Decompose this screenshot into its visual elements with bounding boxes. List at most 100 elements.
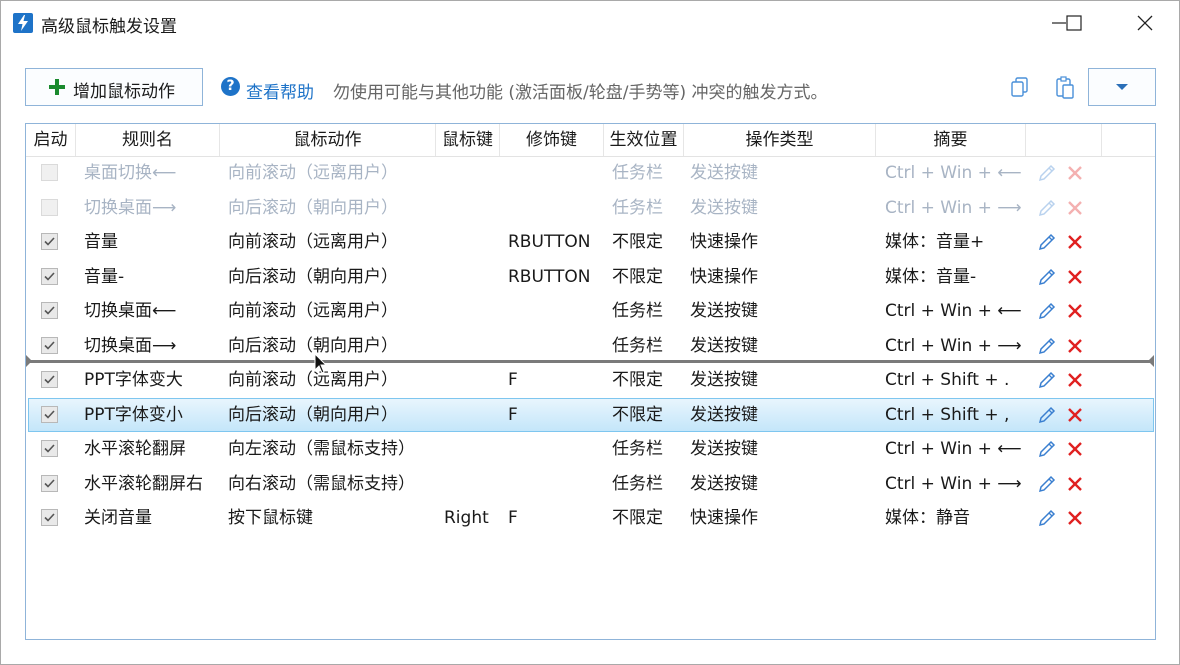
plus-icon (49, 79, 65, 95)
summary-cell: 媒体：音量- (885, 266, 977, 287)
add-mouse-action-button[interactable]: 增加鼠标动作 (25, 68, 203, 106)
splitter-right-arrow (1148, 355, 1154, 367)
delete-x-icon[interactable] (1066, 406, 1084, 424)
rule-name-cell: 切换桌面⟵ (84, 301, 177, 321)
action-type-cell: 发送按键 (690, 404, 758, 425)
rule-name-cell: PPT字体变大 (84, 370, 183, 390)
enable-checkbox[interactable] (41, 164, 58, 181)
mouse-action-cell: 向后滚动（朝向用户） (228, 335, 398, 356)
pencil-edit-icon[interactable] (1036, 162, 1058, 184)
enable-checkbox[interactable] (41, 474, 58, 492)
maximize-button[interactable] (1065, 1, 1111, 45)
pencil-edit-icon[interactable] (1036, 369, 1058, 391)
table-row[interactable]: 音量- 向后滚动（朝向用户） RBUTTON 不限定 快速操作 媒体：音量- (26, 260, 1155, 294)
mouse-action-cell: 向前滚动（远离用户） (228, 163, 398, 183)
action-type-cell: 快速操作 (690, 508, 758, 528)
question-icon[interactable]: ? (221, 77, 240, 96)
mouse-action-cell: 向后滚动（朝向用户） (228, 266, 398, 287)
delete-x-icon[interactable] (1066, 440, 1084, 458)
table-row[interactable]: 水平滚轮翻屏右 向右滚动（需鼠标支持） 任务栏 发送按键 Ctrl + Win + ⟶ (26, 467, 1155, 501)
help-link[interactable]: 查看帮助 (246, 78, 314, 103)
mouse-action-cell: 向左滚动（需鼠标支持） (228, 439, 415, 459)
summary-cell: Ctrl + Win + ⟶ (885, 335, 1022, 356)
delete-x-icon[interactable] (1066, 475, 1084, 493)
table-row[interactable]: PPT字体变大 向前滚动（远离用户） F 不限定 发送按键 Ctrl + Shift + … (26, 363, 1155, 397)
enable-checkbox[interactable] (41, 198, 58, 216)
summary-cell: Ctrl + Win + ⟶ (885, 473, 1022, 494)
col-mouse-action[interactable]: 鼠标动作 (220, 124, 436, 156)
more-options-dropdown[interactable] (1088, 68, 1156, 106)
title-bar: 高级鼠标触发设置 (1, 1, 1179, 45)
col-enabled[interactable]: 启动 (26, 124, 76, 156)
summary-cell: Ctrl + Shift + , (885, 404, 1010, 425)
mouse-action-cell: 向右滚动（需鼠标支持） (228, 473, 415, 494)
modifier-cell: F (508, 508, 518, 528)
col-modifier[interactable]: 修饰键 (500, 124, 604, 156)
action-type-cell: 发送按键 (690, 301, 758, 321)
table-row[interactable]: 音量 向前滚动（远离用户） RBUTTON 不限定 快速操作 媒体：音量+ (26, 225, 1155, 259)
enable-checkbox[interactable] (41, 336, 58, 354)
paste-icon[interactable] (1054, 76, 1076, 100)
enable-checkbox[interactable] (41, 233, 58, 250)
scope-cell: 不限定 (612, 404, 663, 425)
col-action-type[interactable]: 操作类型 (684, 124, 876, 156)
delete-x-icon[interactable] (1066, 164, 1084, 182)
summary-cell: Ctrl + Win + ⟶ (885, 197, 1022, 218)
delete-x-icon[interactable] (1066, 337, 1084, 355)
pencil-edit-icon[interactable] (1036, 404, 1058, 426)
enable-checkbox[interactable] (41, 371, 58, 388)
enable-checkbox[interactable] (41, 302, 58, 319)
rule-name-cell: PPT字体变小 (84, 404, 183, 425)
table-row[interactable]: 切换桌面⟵ 向前滚动（远离用户） 任务栏 发送按键 Ctrl + Win + ⟵ (26, 294, 1155, 328)
enable-checkbox[interactable] (41, 267, 58, 285)
pencil-edit-icon[interactable] (1036, 266, 1058, 288)
delete-x-icon[interactable] (1066, 509, 1084, 527)
delete-x-icon[interactable] (1066, 268, 1084, 286)
table-row[interactable]: PPT字体变小 向后滚动（朝向用户） F 不限定 发送按键 Ctrl + Shift + … (26, 397, 1155, 432)
splitter-left-arrow (26, 355, 32, 367)
pencil-edit-icon[interactable] (1036, 507, 1058, 529)
delete-x-icon[interactable] (1066, 199, 1084, 217)
add-mouse-action-label: 增加鼠标动作 (73, 82, 175, 102)
table-row[interactable]: 水平滚轮翻屏 向左滚动（需鼠标支持） 任务栏 发送按键 Ctrl + Win + ⟵ (26, 432, 1155, 466)
drag-splitter[interactable] (28, 360, 1152, 363)
table-row[interactable]: 桌面切换⟵ 向前滚动（远离用户） 任务栏 发送按键 Ctrl + Win + ⟵ (26, 156, 1155, 190)
copy-icon[interactable] (1009, 76, 1031, 100)
summary-cell: Ctrl + Win + ⟵ (885, 439, 1022, 459)
table-row[interactable]: 切换桌面⟶ 向后滚动（朝向用户） 任务栏 发送按键 Ctrl + Win + ⟶ (26, 329, 1155, 363)
scope-cell: 任务栏 (612, 163, 663, 183)
enable-checkbox[interactable] (41, 509, 58, 526)
col-mouse-button[interactable]: 鼠标键 (436, 124, 500, 156)
col-actions (1026, 124, 1102, 156)
pencil-edit-icon[interactable] (1036, 335, 1058, 357)
delete-x-icon[interactable] (1066, 302, 1084, 320)
col-rule-name[interactable]: 规则名 (76, 124, 220, 156)
pencil-edit-icon[interactable] (1036, 197, 1058, 219)
close-window-button[interactable] (1125, 1, 1171, 45)
mouse-action-cell: 向后滚动（朝向用户） (228, 404, 398, 425)
rule-name-cell: 音量- (84, 266, 125, 287)
delete-x-icon[interactable] (1066, 233, 1084, 251)
pencil-edit-icon[interactable] (1036, 473, 1058, 495)
mouse-button-cell: Right (444, 508, 489, 528)
pencil-edit-icon[interactable] (1036, 231, 1058, 253)
pencil-edit-icon[interactable] (1036, 438, 1058, 460)
col-summary[interactable]: 摘要 (876, 124, 1026, 156)
table-row[interactable]: 关闭音量 按下鼠标键 Right F 不限定 快速操作 媒体：静音 (26, 501, 1155, 535)
conflict-hint-text: 勿使用可能与其他功能 (激活面板/轮盘/手势等) 冲突的触发方式。 (333, 83, 828, 103)
col-scope[interactable]: 生效位置 (604, 124, 684, 156)
summary-cell: Ctrl + Win + ⟵ (885, 163, 1022, 183)
mouse-action-cell: 向前滚动（远离用户） (228, 370, 398, 390)
chevron-down-icon (1116, 84, 1128, 90)
enable-checkbox[interactable] (41, 440, 58, 457)
enable-checkbox[interactable] (41, 405, 58, 423)
table-row[interactable]: 切换桌面⟶ 向后滚动（朝向用户） 任务栏 发送按键 Ctrl + Win + ⟶ (26, 191, 1155, 225)
scope-cell: 任务栏 (612, 439, 663, 459)
delete-x-icon[interactable] (1066, 371, 1084, 389)
scope-cell: 不限定 (612, 370, 663, 390)
mouse-rules-table: 启动 规则名 鼠标动作 鼠标键 修饰键 生效位置 操作类型 摘要 桌面切换⟵ 向前… (25, 123, 1156, 640)
action-type-cell: 发送按键 (690, 163, 758, 183)
action-type-cell: 发送按键 (690, 439, 758, 459)
pencil-edit-icon[interactable] (1036, 300, 1058, 322)
mouse-action-cell: 向前滚动（远离用户） (228, 232, 398, 252)
